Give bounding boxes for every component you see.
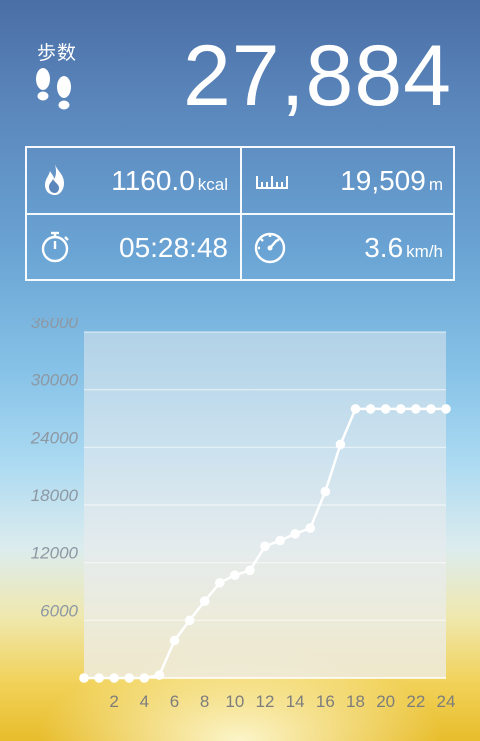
data-point — [320, 486, 331, 497]
x-tick-label: 10 — [225, 692, 244, 711]
stats-panel: 1160.0 kcal 19,509 m 05:28:48 3.6 km/h — [25, 146, 455, 281]
data-point — [335, 439, 346, 450]
x-tick-label: 14 — [286, 692, 305, 711]
speed-unit: km/h — [406, 242, 443, 261]
data-point — [184, 615, 195, 626]
steps-count: 27,884 — [182, 28, 452, 124]
data-point — [350, 404, 361, 414]
distance-unit: m — [428, 175, 443, 194]
calories-unit: kcal — [197, 175, 228, 194]
data-point — [441, 404, 451, 414]
x-tick-label: 24 — [437, 692, 456, 711]
flame-icon — [45, 164, 64, 195]
x-tick-label: 22 — [406, 692, 425, 711]
x-tick-label: 2 — [109, 692, 118, 711]
data-point — [214, 578, 225, 588]
y-tick-label: 30000 — [31, 371, 79, 390]
y-tick-label: 6000 — [40, 601, 78, 620]
duration-cell: 05:28:48 — [27, 215, 240, 280]
data-point — [365, 404, 376, 414]
x-tick-label: 20 — [376, 692, 395, 711]
data-point — [411, 404, 421, 414]
stopwatch-icon — [41, 231, 69, 263]
data-point — [245, 565, 255, 576]
footprints-icon — [36, 68, 71, 110]
y-tick-label: 12000 — [31, 544, 79, 563]
x-tick-label: 4 — [140, 692, 149, 711]
speed-value: 3.6 — [364, 232, 404, 263]
data-point — [79, 673, 89, 683]
data-point — [94, 673, 104, 683]
speedometer-icon — [254, 232, 286, 264]
distance-value: 19,509 — [340, 165, 426, 196]
data-point — [260, 541, 270, 552]
speed-cell: 3.6 km/h — [242, 215, 455, 280]
data-point — [124, 673, 135, 683]
x-tick-label: 16 — [316, 692, 335, 711]
data-point — [380, 404, 391, 414]
data-point — [169, 635, 180, 646]
data-point — [395, 404, 406, 414]
y-tick-label: 24000 — [30, 428, 79, 447]
y-tick-label: 36000 — [31, 318, 79, 332]
data-point — [154, 670, 165, 680]
duration-value: 05:28:48 — [119, 232, 228, 263]
data-point — [426, 404, 436, 414]
y-tick-label: 18000 — [31, 486, 79, 505]
x-tick-label: 12 — [256, 692, 275, 711]
data-point — [275, 535, 285, 546]
x-tick-label: 6 — [170, 692, 179, 711]
x-tick-label: 8 — [200, 692, 209, 711]
data-point — [109, 673, 119, 683]
data-point — [305, 523, 316, 533]
data-point — [199, 596, 210, 606]
ruler-icon — [256, 176, 288, 189]
data-point — [139, 673, 150, 683]
steps-label: 歩数 — [37, 43, 78, 64]
calories-value: 1160.0 — [111, 165, 195, 196]
data-point — [290, 529, 300, 539]
distance-cell: 19,509 m — [242, 148, 455, 213]
x-tick-label: 18 — [346, 692, 365, 711]
steps-chart: 60001200018000240003000036000 2 4 6 8 10 12 14… — [30, 318, 456, 711]
calories-cell: 1160.0 kcal — [27, 148, 240, 213]
data-point — [230, 570, 240, 580]
